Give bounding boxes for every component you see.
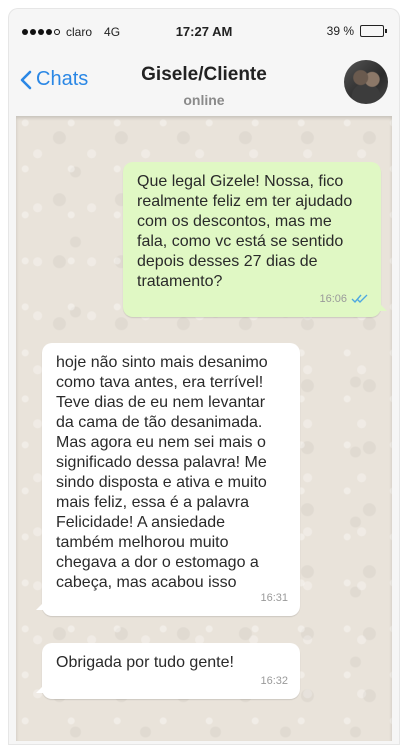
incoming-message[interactable]: Obrigada por tudo gente! 16:32 bbox=[36, 643, 300, 699]
chat-header: Chats Gisele/Cliente online bbox=[8, 48, 400, 114]
presence-status: online bbox=[183, 92, 225, 108]
message-meta: 16:06 bbox=[319, 289, 369, 309]
phone-frame: claro 4G 17:27 AM 39 % Chats Gisele/Clie… bbox=[8, 8, 400, 745]
message-text: Que legal Gizele! Nossa, fico realmente … bbox=[137, 173, 353, 290]
chat-area[interactable]: Que legal Gizele! Nossa, fico realmente … bbox=[16, 116, 392, 741]
bubble-tail bbox=[379, 303, 387, 311]
status-bar: claro 4G 17:27 AM 39 % bbox=[8, 8, 400, 48]
message-meta: 16:31 bbox=[260, 588, 288, 608]
bubble-tail bbox=[36, 685, 44, 693]
battery-icon bbox=[360, 25, 387, 37]
message-time: 16:06 bbox=[319, 293, 347, 305]
double-check-icon bbox=[351, 294, 368, 304]
message-time: 16:32 bbox=[260, 675, 288, 687]
message-meta: 16:32 bbox=[260, 671, 288, 691]
bubble-tail bbox=[36, 602, 44, 610]
battery-info: 39 % bbox=[326, 24, 387, 38]
message-text: hoje não sinto mais desanimo como tava a… bbox=[56, 354, 268, 591]
contact-avatar[interactable] bbox=[344, 60, 388, 104]
incoming-message[interactable]: hoje não sinto mais desanimo como tava a… bbox=[36, 343, 300, 616]
outgoing-message[interactable]: Que legal Gizele! Nossa, fico realmente … bbox=[123, 162, 387, 317]
contact-name[interactable]: Gisele/Cliente bbox=[8, 64, 400, 86]
message-time: 16:31 bbox=[260, 592, 288, 604]
message-text: Obrigada por tudo gente! bbox=[56, 654, 234, 671]
battery-percent: 39 % bbox=[326, 24, 354, 38]
